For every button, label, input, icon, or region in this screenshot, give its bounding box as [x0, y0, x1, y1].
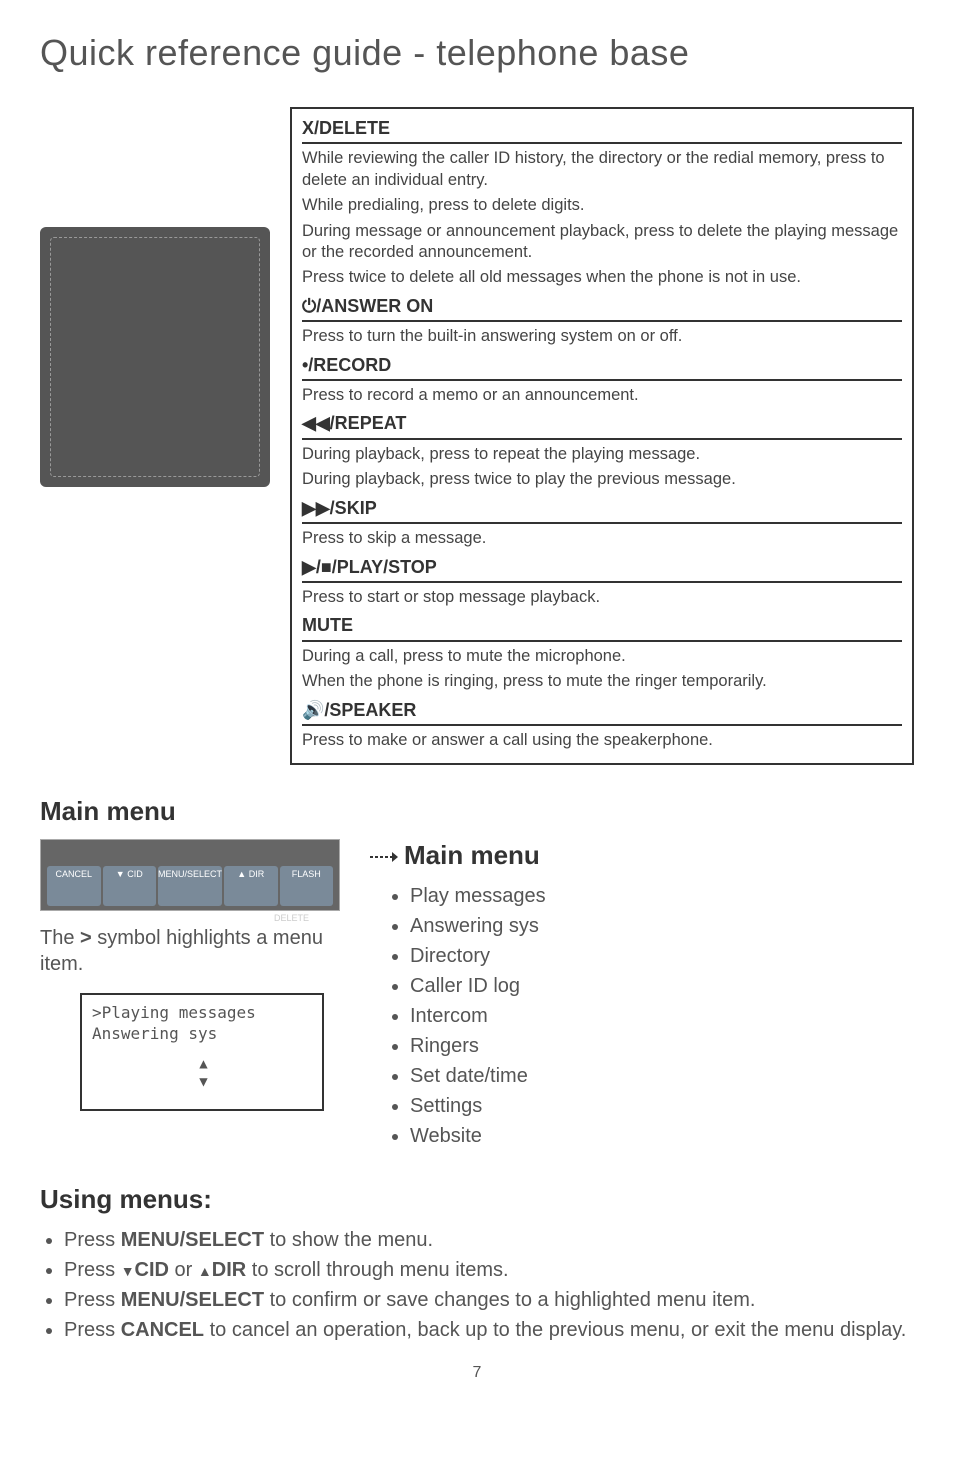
ref-section-body: During message or announcement playback,… [302, 221, 902, 264]
menu-item: Caller ID log [410, 973, 914, 999]
arrow-right-icon [370, 851, 398, 863]
device-button: FLASH [280, 866, 334, 906]
using-menus-heading: Using menus: [40, 1183, 914, 1217]
main-menu-list: Play messages Answering sys Directory Calle… [370, 883, 914, 1149]
using-item: Press MENU/SELECT to confirm or save cha… [64, 1287, 914, 1313]
device-delete-label: DELETE [274, 913, 309, 925]
menu-item: Answering sys [410, 913, 914, 939]
lcd-arrows-icon: ▲▼ [92, 1055, 312, 1091]
menu-item: Play messages [410, 883, 914, 909]
page-title: Quick reference guide - telephone base [40, 30, 914, 77]
using-item: Press CANCEL to cancel an operation, bac… [64, 1317, 914, 1343]
lcd-display: >Playing messages Answering sys ▲▼ [80, 993, 324, 1111]
menu-item: Settings [410, 1093, 914, 1119]
device-top-illustration: CANCEL▼ CIDMENU/SELECT▲ DIRFLASH DELETE [40, 839, 340, 911]
lcd-line-2: Answering sys [92, 1024, 312, 1045]
ref-section-title: ⏻/ANSWER ON [302, 295, 902, 322]
page-number: 7 [40, 1363, 914, 1384]
using-item: Press MENU/SELECT to show the menu. [64, 1227, 914, 1253]
ref-section-body: Press to skip a message. [302, 528, 902, 549]
main-menu-heading: Main menu [40, 795, 914, 829]
ref-section-title: ▶/■/PLAY/STOP [302, 556, 902, 583]
lcd-line-1: >Playing messages [92, 1003, 312, 1024]
ref-section-body: During playback, press twice to play the… [302, 469, 902, 490]
ref-section-title: ◀◀/REPEAT [302, 412, 902, 439]
ref-section-body: Press to record a memo or an announcemen… [302, 385, 902, 406]
menu-item: Ringers [410, 1033, 914, 1059]
menu-item: Intercom [410, 1003, 914, 1029]
telephone-base-illustration [40, 227, 270, 487]
ref-section-title: •/RECORD [302, 354, 902, 381]
device-button: ▼ CID [103, 866, 157, 906]
ref-section-body: Press to start or stop message playback. [302, 587, 902, 608]
ref-section-title: X/DELETE [302, 117, 902, 144]
ref-section-body: During playback, press to repeat the pla… [302, 444, 902, 465]
ref-section-body: Press to make or answer a call using the… [302, 730, 902, 751]
ref-section-body: When the phone is ringing, press to mute… [302, 671, 902, 692]
main-menu-list-heading: Main menu [370, 839, 914, 873]
ref-section-body: Press twice to delete all old messages w… [302, 267, 902, 288]
ref-section-title: 🔊/SPEAKER [302, 699, 902, 726]
menu-item: Set date/time [410, 1063, 914, 1089]
ref-section-title: MUTE [302, 614, 902, 641]
using-menus-list: Press MENU/SELECT to show the menu. Press… [40, 1227, 914, 1343]
ref-section-body: Press to turn the built-in answering sys… [302, 326, 902, 347]
ref-section-body: While predialing, press to delete digits… [302, 195, 902, 216]
device-button: CANCEL [47, 866, 101, 906]
ref-section-body: While reviewing the caller ID history, t… [302, 148, 902, 191]
device-button: ▲ DIR [224, 866, 278, 906]
highlight-note: The > symbol highlights a menu item. [40, 925, 340, 977]
ref-section-body: During a call, press to mute the microph… [302, 646, 902, 667]
menu-item: Directory [410, 943, 914, 969]
ref-section-title: ▶▶/SKIP [302, 497, 902, 524]
device-button: MENU/SELECT [158, 866, 222, 906]
using-item: Press CID or DIR to scroll through menu … [64, 1257, 914, 1283]
menu-item: Website [410, 1123, 914, 1149]
reference-box: X/DELETE While reviewing the caller ID hi… [290, 107, 914, 766]
